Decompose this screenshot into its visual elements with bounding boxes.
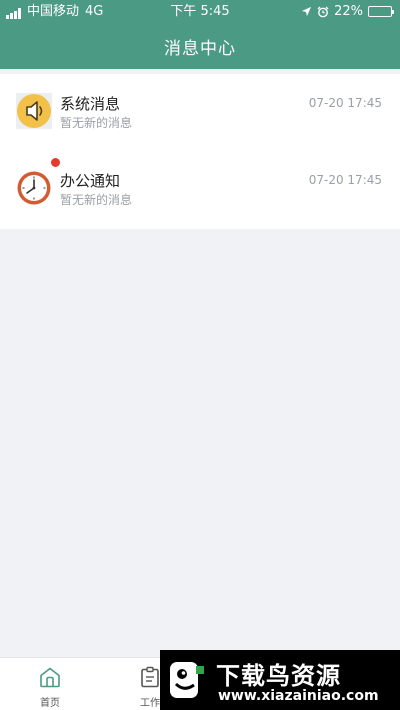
header: 中国移动 4G 下午 5:45 22% 消息中心 xyxy=(0,0,400,69)
tab-home[interactable]: 首页 xyxy=(0,658,100,710)
battery-percent: 22% xyxy=(334,4,363,19)
message-list: 系统消息 暂无新的消息 07-20 17:45 办公通知 暂无新的消息 07-2… xyxy=(0,74,400,229)
message-title: 系统消息 xyxy=(60,95,121,113)
speaker-icon xyxy=(16,93,52,129)
message-item-office[interactable]: 办公通知 暂无新的消息 07-20 17:45 xyxy=(0,151,400,228)
message-title: 办公通知 xyxy=(60,172,121,190)
unread-badge xyxy=(51,158,60,167)
watermark: 下载鸟资源 www.xiazainiao.com xyxy=(160,650,400,710)
battery-icon xyxy=(368,6,394,17)
page-title: 消息中心 xyxy=(164,39,236,59)
status-bar: 中国移动 4G 下午 5:45 22% xyxy=(0,0,400,24)
clipboard-icon xyxy=(141,666,159,688)
bird-logo-icon xyxy=(170,662,204,698)
message-time: 07-20 17:45 xyxy=(308,173,382,187)
home-icon xyxy=(40,667,60,688)
message-subtitle: 暂无新的消息 xyxy=(60,193,133,207)
message-center-screen: 中国移动 4G 下午 5:45 22% 消息中心 系统消息 暂无新的消息 07-… xyxy=(0,0,400,710)
message-item-system[interactable]: 系统消息 暂无新的消息 07-20 17:45 xyxy=(0,74,400,151)
message-subtitle: 暂无新的消息 xyxy=(60,116,133,130)
location-arrow-icon xyxy=(302,6,312,17)
tab-home-label: 首页 xyxy=(40,698,60,709)
alarm-icon xyxy=(317,6,329,17)
watermark-url: www.xiazainiao.com xyxy=(218,688,379,704)
message-time: 07-20 17:45 xyxy=(308,96,382,110)
clock-icon xyxy=(17,171,51,205)
watermark-text: 下载鸟资源 xyxy=(216,662,341,690)
